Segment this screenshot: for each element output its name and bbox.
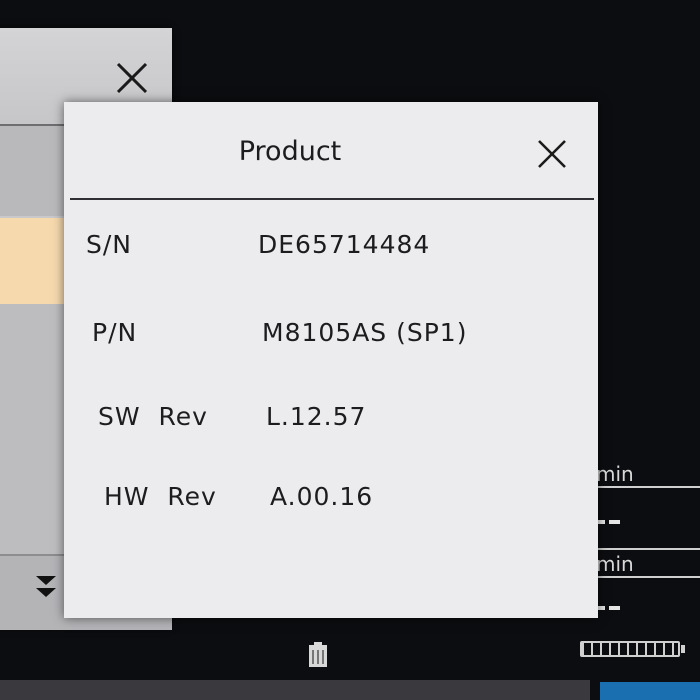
serial-number-value: DE65714484 — [258, 230, 431, 259]
readout-unit: min — [596, 462, 634, 486]
bottom-right-button[interactable] — [600, 682, 700, 700]
software-revision-value: L.12.57 — [266, 402, 367, 431]
part-number-label: P/N — [92, 318, 138, 347]
double-chevron-down-icon[interactable] — [34, 574, 58, 600]
software-revision-label: SW Rev — [98, 402, 208, 431]
hardware-revision-value: A.00.16 — [270, 482, 374, 511]
dialog-header: Product — [64, 102, 598, 200]
readout-divider — [592, 576, 700, 578]
readout-unit: min — [596, 552, 634, 576]
header-divider — [70, 198, 594, 200]
product-dialog: Product S/N DE65714484 P/N M8105AS (SP1)… — [64, 102, 598, 618]
serial-number-label: S/N — [86, 230, 132, 259]
bottom-status-bar — [0, 680, 590, 700]
readout-value-dashes — [594, 606, 622, 611]
battery-icon — [309, 642, 327, 667]
readout-divider — [592, 486, 700, 488]
close-icon[interactable] — [114, 60, 150, 96]
readout-divider — [592, 548, 700, 550]
part-number-value: M8105AS (SP1) — [262, 318, 468, 347]
close-icon[interactable] — [536, 138, 568, 170]
battery-level-indicator — [580, 641, 685, 657]
readout-value-dashes — [594, 520, 622, 525]
dialog-title: Product — [238, 136, 342, 167]
hardware-revision-label: HW Rev — [104, 482, 217, 511]
